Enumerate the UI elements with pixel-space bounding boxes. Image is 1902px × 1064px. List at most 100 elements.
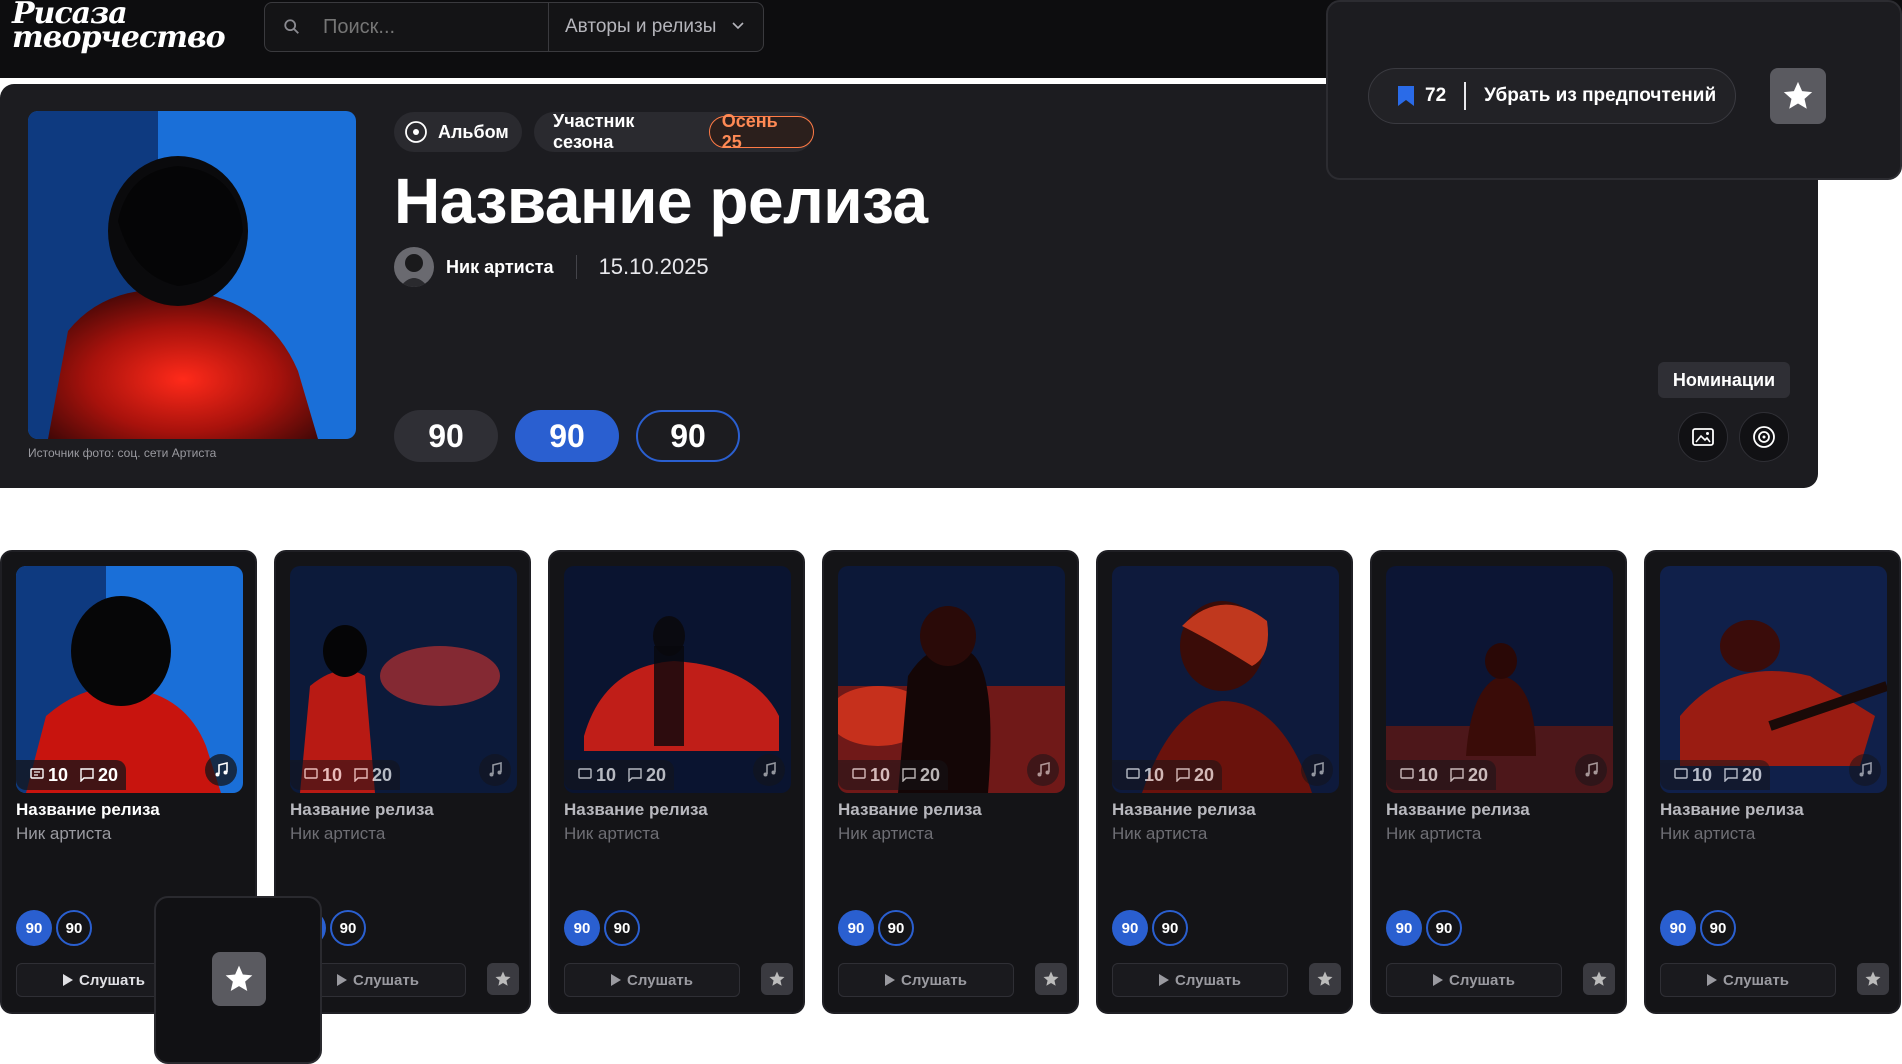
nominations-button[interactable]: Номинации [1658,362,1790,398]
favorite-button[interactable] [1035,963,1067,995]
listen-button[interactable]: Слушать [1112,963,1288,997]
logo[interactable]: Рисаза творчество [12,0,226,53]
play-preview-button[interactable] [1301,754,1333,786]
artist-name-link[interactable]: Ник артиста [446,257,554,278]
release-card[interactable]: 10 20 Название релиза Ник артиста 90 90 … [1644,550,1901,1014]
card-artist[interactable]: Ник артиста [1386,824,1481,844]
card-title[interactable]: Название релиза [16,800,160,820]
card-title[interactable]: Название релиза [290,800,434,820]
favorite-popover: 72 Убрать из предпочтений [1326,0,1902,180]
review-icon [1724,768,1738,782]
card-artist[interactable]: Ник артиста [564,824,659,844]
remove-favorite-button[interactable]: 72 Убрать из предпочтений [1368,68,1736,124]
card-artist[interactable]: Ник артиста [1660,824,1755,844]
comment-icon [1674,768,1688,779]
card-title[interactable]: Название релиза [1112,800,1256,820]
favorite-button[interactable] [1309,963,1341,995]
play-preview-button[interactable] [1027,754,1059,786]
score-badge-blue: 90 [838,910,874,946]
score-badge-outline: 90 [56,910,92,946]
music-note-icon [763,762,776,777]
listen-label: Слушать [1449,971,1515,989]
card-title[interactable]: Название релиза [564,800,708,820]
search-scope-label: Авторы и релизы [565,16,717,37]
score-badge-outline: 90 [330,910,366,946]
card-artist[interactable]: Ник артиста [290,824,385,844]
play-icon [1707,974,1718,986]
music-note-icon [1311,762,1324,777]
release-card[interactable]: 10 20 Название релиза Ник артиста 90 90 … [1096,550,1353,1014]
card-title[interactable]: Название релиза [1660,800,1804,820]
release-card[interactable]: 10 20 Название релиза Ник артиста 90 90 … [548,550,805,1014]
comment-icon [304,768,318,779]
listen-label: Слушать [79,971,145,989]
disc-icon [1753,426,1775,448]
review-icon [80,768,94,782]
release-card[interactable]: 10 20 Название релиза Ник артиста 90 90 … [822,550,1079,1014]
play-preview-button[interactable] [753,754,785,786]
likes-count: 10 [1692,764,1713,785]
play-preview-button[interactable] [1575,754,1607,786]
score-badge-outline: 90 [604,910,640,946]
listen-label: Слушать [1723,971,1789,989]
star-icon [1783,81,1813,109]
card-title[interactable]: Название релиза [1386,800,1530,820]
score-badge-blue: 90 [16,910,52,946]
music-note-icon [489,762,502,777]
review-icon [628,768,642,782]
play-icon [885,974,896,986]
card-artist[interactable]: Ник артиста [16,824,111,844]
card-stats: 10 20 [838,760,949,790]
card-artist[interactable]: Ник артиста [838,824,933,844]
release-type-chip[interactable]: Альбом [394,112,522,152]
comments-count: 20 [920,764,941,785]
search-input[interactable] [323,15,545,39]
card-title[interactable]: Название релиза [838,800,982,820]
release-date: 15.10.2025 [598,254,709,279]
season-badge: Осень 25 [708,111,814,152]
likes-count: 10 [1418,764,1439,785]
play-preview-button[interactable] [479,754,511,786]
listen-label: Слушать [353,971,419,989]
card-stats: 10 20 [16,760,127,790]
season-label: Участник сезона [553,111,635,152]
listen-button[interactable]: Слушать [838,963,1014,997]
gallery-button[interactable] [1678,412,1728,462]
chevron-down-icon [732,22,744,30]
card-artist[interactable]: Ник артиста [1112,824,1207,844]
disc-button[interactable] [1739,412,1789,462]
score-badge-blue: 90 [515,410,619,462]
favorite-button[interactable] [487,963,519,995]
star-icon [1865,971,1881,986]
comments-count: 20 [1194,764,1215,785]
favorite-button[interactable] [761,963,793,995]
likes-count: 10 [1144,764,1165,785]
comment-icon [1400,768,1414,779]
play-preview-button[interactable] [1849,754,1881,786]
search-bar: Авторы и релизы [264,2,764,52]
listen-button[interactable]: Слушать [564,963,740,997]
listen-button[interactable]: Слушать [1386,963,1562,997]
card-stats: 10 20 [290,760,401,790]
music-note-icon [1859,762,1872,777]
play-preview-button[interactable] [205,754,237,786]
score-badge-outline: 90 [878,910,914,946]
star-button[interactable] [212,952,266,1006]
star-icon [1043,971,1059,986]
play-icon [1159,974,1170,986]
release-card[interactable]: 10 20 Название релиза Ник артиста 90 90 … [1370,550,1627,1014]
search-scope-select[interactable]: Авторы и релизы [548,3,764,51]
score-badge-gray: 90 [394,410,498,462]
play-icon [337,974,348,986]
avatar[interactable] [394,247,434,287]
season-chip[interactable]: Участник сезона Осень 25 [534,111,814,152]
star-button[interactable] [1770,68,1826,124]
likes-count: 10 [870,764,891,785]
favorite-button[interactable] [1857,963,1889,995]
listen-label: Слушать [627,971,693,989]
review-icon [354,768,368,782]
listen-button[interactable]: Слушать [1660,963,1836,997]
comment-icon [852,768,866,779]
likes-count: 10 [596,764,617,785]
favorite-button[interactable] [1583,963,1615,995]
